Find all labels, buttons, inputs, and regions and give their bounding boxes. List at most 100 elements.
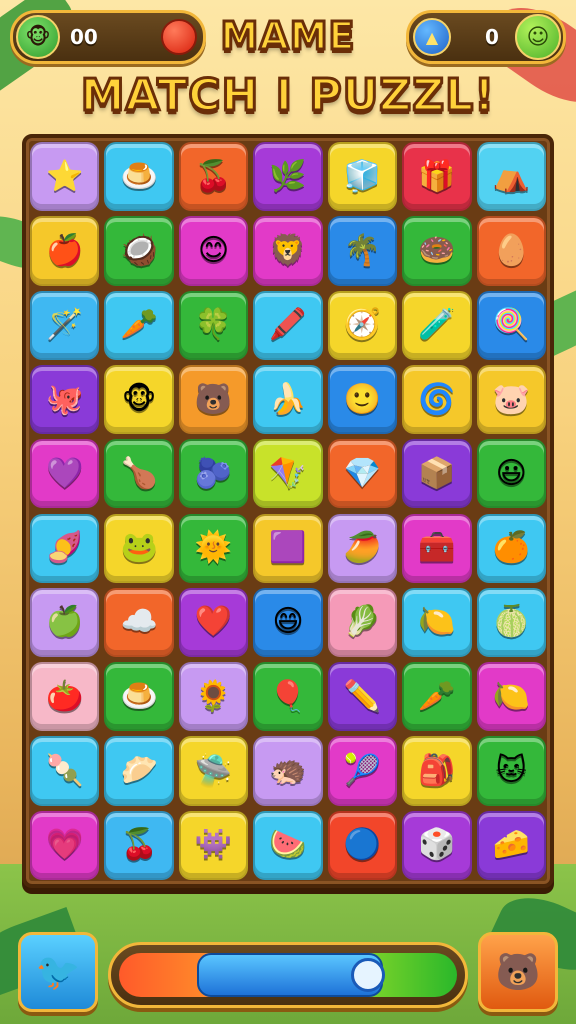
tile-blob[interactable]: 👾 <box>178 810 249 880</box>
tile-lion[interactable]: 🦁 <box>253 216 323 286</box>
tile-ufo[interactable]: 🛸 <box>178 736 249 806</box>
grin-icon: 😃 <box>495 455 527 491</box>
tile-yellow-fruit[interactable]: 🍋 <box>476 662 546 732</box>
tile-tent[interactable]: ⛺ <box>476 142 546 212</box>
kite-icon: 🪁 <box>269 455 307 491</box>
tile-cube[interactable]: 🧊 <box>327 142 398 212</box>
tile-tomato[interactable]: 🍅 <box>30 662 100 732</box>
dumpling-icon: 🥟 <box>120 753 158 789</box>
tile-lemon[interactable]: 🍋 <box>402 587 472 658</box>
tile-leaf[interactable]: 🥬 <box>327 587 398 658</box>
tile-octopus[interactable]: 🐙 <box>30 364 100 435</box>
tile-crayon[interactable]: 🖍️ <box>253 290 323 360</box>
bird-powerup-button[interactable]: 🐦 <box>18 932 98 1012</box>
bag-icon: 🎒 <box>418 753 456 789</box>
tile-clover[interactable]: 🍀 <box>178 290 249 360</box>
cherries-icon: 🍒 <box>120 827 158 863</box>
heart-purple-icon: 💜 <box>46 455 84 491</box>
tile-apple[interactable]: 🍎 <box>30 216 100 286</box>
lemon-icon: 🍋 <box>418 604 456 640</box>
bear-powerup-button[interactable]: 🐻 <box>478 932 558 1012</box>
tile-dice[interactable]: 🎲 <box>402 810 472 880</box>
tile-jar[interactable]: 🧪 <box>402 290 472 360</box>
tile-cherry[interactable]: 🍒 <box>178 142 249 212</box>
tile-bag[interactable]: 🎒 <box>402 736 472 806</box>
lion-icon: 🦁 <box>269 232 307 268</box>
tile-balloon[interactable]: 🎈 <box>253 662 323 732</box>
tile-oranges[interactable]: 🍊 <box>476 513 546 583</box>
tile-dumpling[interactable]: 🥟 <box>104 736 174 806</box>
tile-berry[interactable]: 🫐 <box>178 439 249 509</box>
tile-skewer[interactable]: 🍡 <box>30 736 100 806</box>
tile-compass[interactable]: 🧭 <box>327 290 398 360</box>
game-title-top: MAME <box>219 13 356 60</box>
tile-box[interactable]: 📦 <box>402 439 472 509</box>
crayon-icon: 🖍️ <box>269 307 307 343</box>
tile-frog[interactable]: 🐸 <box>104 513 174 583</box>
compass-icon: 🧭 <box>343 307 382 343</box>
tile-melon[interactable]: 🍉 <box>253 810 323 880</box>
heart-pink-icon: 💗 <box>46 827 84 863</box>
progress-knob[interactable] <box>351 958 385 992</box>
tile-hedgehog[interactable]: 🦔 <box>253 736 323 806</box>
tile-banana[interactable]: 🍌 <box>253 364 323 435</box>
tile-carrot2[interactable]: 🥕 <box>402 662 472 732</box>
tile-jelly[interactable]: 🍮 <box>104 142 174 212</box>
tile-pink-face[interactable]: 😄 <box>253 587 323 658</box>
tile-palm[interactable]: 🌴 <box>327 216 398 286</box>
drumstick-icon: 🍗 <box>120 455 158 491</box>
tile-pudding[interactable]: 🍮 <box>104 662 174 732</box>
toolbox-icon: 🧰 <box>418 530 456 566</box>
tile-branch[interactable]: 🌿 <box>253 142 323 212</box>
tile-donut[interactable]: 🍩 <box>402 216 472 286</box>
tile-wand[interactable]: 🪄 <box>30 290 100 360</box>
tile-swirl[interactable]: 🌀 <box>402 364 472 435</box>
tile-drumstick[interactable]: 🍗 <box>104 439 174 509</box>
tile-toolbox[interactable]: 🧰 <box>402 513 472 583</box>
mango-icon: 🥭 <box>343 530 382 566</box>
tile-melons[interactable]: 🍈 <box>476 587 546 658</box>
monkey-icon: 🐵 <box>121 381 157 417</box>
tile-smiley[interactable]: 😊 <box>178 216 249 286</box>
cloud-icon: ☁️ <box>120 604 158 640</box>
octopus-icon: 🐙 <box>46 381 84 417</box>
tile-star[interactable]: ⭐ <box>30 142 100 212</box>
tile-cloud[interactable]: ☁️ <box>104 587 174 658</box>
tile-cherries[interactable]: 🍒 <box>104 810 174 880</box>
tile-monkey[interactable]: 🐵 <box>104 364 174 435</box>
tile-lollipop[interactable]: 🍭 <box>476 290 546 360</box>
carrot-icon: 🥕 <box>120 307 158 343</box>
cat-icon: 🐱 <box>495 753 527 789</box>
tile-ball[interactable]: 🎾 <box>327 736 398 806</box>
tile-blue-disc[interactable]: 🔵 <box>327 810 398 880</box>
tile-pencil[interactable]: ✏️ <box>327 662 398 732</box>
tile-block[interactable]: 🟪 <box>253 513 323 583</box>
tile-mango[interactable]: 🥭 <box>327 513 398 583</box>
tile-face[interactable]: 🙂 <box>327 364 398 435</box>
tile-yam[interactable]: 🍠 <box>30 513 100 583</box>
tile-grin[interactable]: 😃 <box>476 439 546 509</box>
tile-green-apple[interactable]: 🍏 <box>30 587 100 658</box>
tile-flower[interactable]: 🌻 <box>178 662 249 732</box>
leaf-icon: 🥬 <box>343 604 382 640</box>
tile-egg[interactable]: 🥚 <box>476 216 546 286</box>
tile-coconut[interactable]: 🥥 <box>104 216 174 286</box>
tile-carrot[interactable]: 🥕 <box>104 290 174 360</box>
tile-pig[interactable]: 🐷 <box>476 364 546 435</box>
tile-kite[interactable]: 🪁 <box>253 439 323 509</box>
tile-cat[interactable]: 🐱 <box>476 736 546 806</box>
tile-heart-purple[interactable]: 💜 <box>30 439 100 509</box>
title-line-2: MATCH I PUZZL! <box>0 69 576 123</box>
gift-icon: 🎁 <box>418 158 456 194</box>
smiley-icon: 😊 <box>197 232 230 268</box>
tile-bear[interactable]: 🐻 <box>178 364 249 435</box>
tile-sun[interactable]: 🌞 <box>178 513 249 583</box>
apple-icon: 🍎 <box>46 232 84 268</box>
ufo-icon: 🛸 <box>194 753 233 789</box>
tile-gift[interactable]: 🎁 <box>402 142 472 212</box>
tile-crystal[interactable]: 💎 <box>327 439 398 509</box>
tile-cheese[interactable]: 🧀 <box>476 810 546 880</box>
tile-heart[interactable]: ❤️ <box>178 587 249 658</box>
tile-heart-pink[interactable]: 💗 <box>30 810 100 880</box>
balloon-icon: 🎈 <box>269 678 307 714</box>
